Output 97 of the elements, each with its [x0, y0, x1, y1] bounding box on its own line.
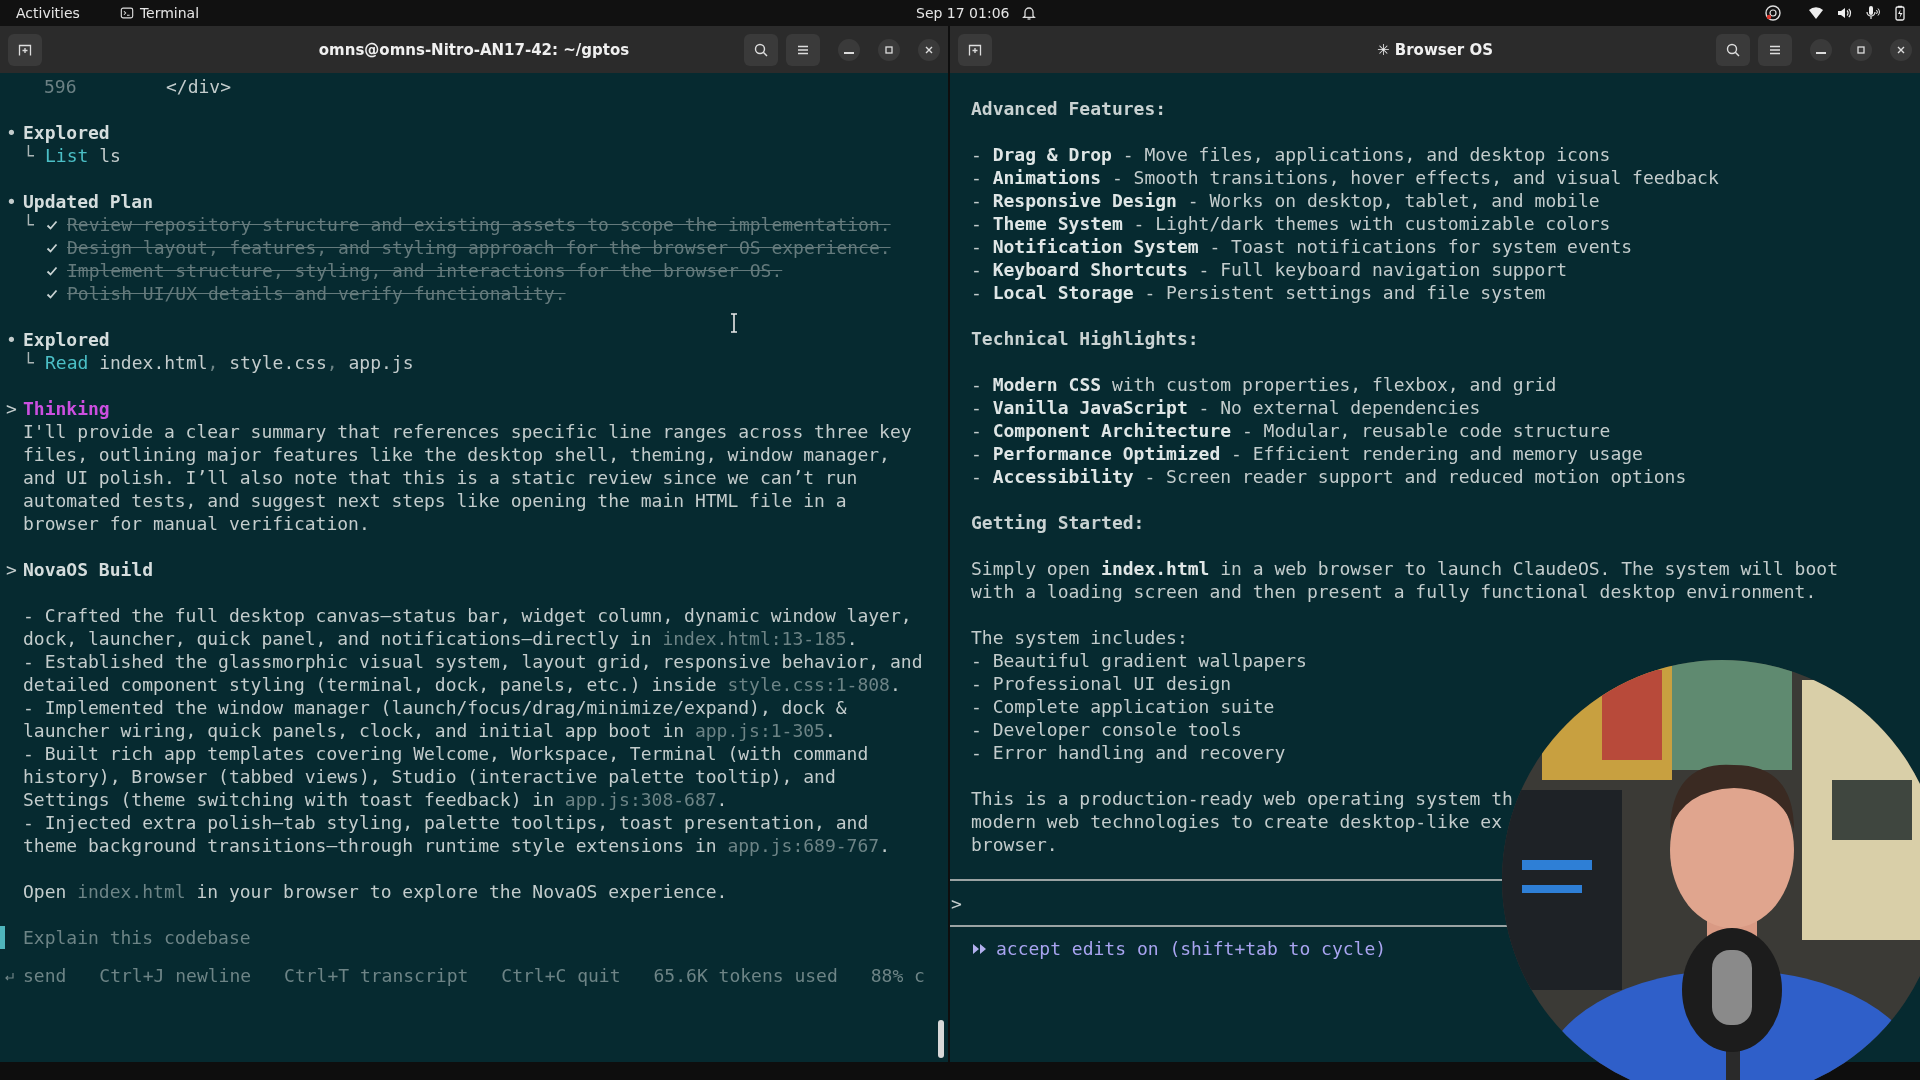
task-text: Implement structure, styling, and interactions for the browser OS.: [67, 259, 783, 282]
window-title: ✳ Browser OS: [1376, 40, 1494, 59]
app-menu[interactable]: Terminal: [119, 5, 200, 21]
summary-bullet: - Crafted the full desktop canvas—status bar, widget column, dynamic window layer, dock, launcher, quick panel, and notifications—directly in index.html:13-185.: [22, 604, 913, 650]
search-button[interactable]: [744, 33, 778, 66]
list-intro: The system includes:: [971, 626, 1189, 649]
maximize-button[interactable]: [878, 38, 900, 61]
prompt-cursor: [0, 926, 5, 949]
tree-branch-glyph: └: [23, 144, 35, 167]
new-tab-button[interactable]: [958, 33, 992, 66]
minimize-icon: [1816, 51, 1826, 54]
maximize-button[interactable]: [1850, 38, 1872, 61]
minimize-icon: [844, 51, 854, 54]
task-text: Design layout, features, and styling approach for the browser OS experience.: [67, 236, 891, 259]
list-item: - Professional UI design: [971, 672, 1233, 695]
wifi-icon[interactable]: [1808, 5, 1824, 21]
prompt-input[interactable]: Explain this codebase: [23, 926, 423, 949]
search-button[interactable]: [1716, 33, 1750, 66]
prompt-symbol: >: [950, 891, 962, 915]
list-item: - Modern CSS with custom properties, flexbox, and grid: [971, 373, 1558, 396]
paragraph: This is a production-ready web operating system th modern web technologies to create desktop-like ex browser.: [971, 787, 1514, 856]
maximize-icon: [1856, 44, 1866, 55]
minimize-button[interactable]: [1810, 38, 1832, 61]
shortcut-hint: Ctrl+T transcript: [284, 964, 469, 987]
shortcut-hint: 65.6K tokens used: [653, 964, 838, 987]
menu-button[interactable]: [1758, 33, 1792, 66]
clock[interactable]: Sep 17 01:06: [916, 5, 1010, 21]
close-icon: [1896, 44, 1906, 55]
section-title: Explored: [23, 328, 110, 351]
list-item: - Accessibility - Screen reader support and reduced motion options: [971, 465, 1688, 488]
shortcut-hint: Ctrl+J newline: [99, 964, 252, 987]
tool-call-text: List ls: [45, 144, 121, 167]
close-icon: [924, 44, 934, 55]
terminal-icon: [119, 6, 134, 20]
section-heading: Technical Highlights:: [971, 327, 1200, 350]
closing-text: Open index.html in your browser to explore the NovaOS experience.: [22, 880, 729, 903]
microphone-icon[interactable]: [1864, 5, 1880, 21]
summary-bullet: - Established the glassmorphic visual system, layout grid, responsive behavior, and detailed component styling (terminal, dock, panels, etc.) inside style.css:1-808.: [22, 650, 924, 696]
fast-forward-icon: [972, 942, 988, 955]
code-text: </div>: [165, 75, 232, 98]
list-item: - Keyboard Shortcuts - Full keyboard navigation support: [971, 258, 1569, 281]
list-item: - Animations - Smooth transitions, hover effects, and visual feedback: [971, 166, 1720, 189]
marker-glyph: •: [5, 190, 18, 213]
list-item: - Drag & Drop - Move files, applications, and desktop icons: [971, 143, 1612, 166]
line-number: 596: [43, 75, 78, 98]
mode-status: accept edits on (shift+tab to cycle): [996, 937, 1387, 960]
marker-glyph: •: [5, 121, 18, 144]
new-tab-button[interactable]: [8, 33, 42, 66]
bell-icon[interactable]: [1021, 5, 1037, 21]
section-title: Thinking: [23, 397, 110, 420]
summary-bullet: - Built rich app templates covering Welcome, Workspace, Terminal (with command history), Browser (tabbed views), Studio (interactive palette tooltip), and Settings (theme switching with toast feedback) in app.js:308-687.: [22, 742, 870, 811]
shortcut-hint: Ctrl+C quit: [501, 964, 621, 987]
section-title: Explored: [23, 121, 110, 144]
marker-glyph: >: [5, 558, 18, 581]
search-icon: [753, 41, 769, 58]
list-item: - Vanilla JavaScript - No external dependencies: [971, 396, 1482, 419]
summary-bullet: - Injected extra polish—tab styling, palette tooltips, toast presentation, and theme background transitions—through runtime style extensions in app.js:689-767.: [22, 811, 891, 857]
list-item: - Beautiful gradient wallpapers: [971, 649, 1308, 672]
summary-bullet: - Implemented the window manager (launch/focus/drag/minimize/expand), dock & launcher wiring, quick panels, clock, and initial app boot in app.js:1-305.: [22, 696, 848, 742]
activities-button[interactable]: Activities: [16, 5, 80, 21]
shortcut-hint: 88% c: [870, 964, 925, 987]
thinking-paragraph: I'll provide a clear summary that references specific line ranges across three key files, outlining major features like the desktop shell, theming, window manager, and UI polish. I’ll also note that this is a static review since we can’t run automated tests, and suggest next steps like opening the main HTML file in a browser for manual verification.: [22, 420, 913, 535]
task-text: Polish UI/UX details and verify functionality.: [67, 282, 566, 305]
list-item: - Developer console tools: [971, 718, 1243, 741]
list-item: - Local Storage - Persistent settings and file system: [971, 281, 1547, 304]
close-button[interactable]: [1890, 38, 1912, 61]
list-item: - Component Architecture - Modular, reusable code structure: [971, 419, 1612, 442]
text-cursor-icon: [729, 313, 739, 333]
record-indicator-icon[interactable]: [1764, 4, 1782, 22]
list-item: - Complete application suite: [971, 695, 1276, 718]
minimize-button[interactable]: [838, 38, 860, 61]
menu-button[interactable]: [786, 33, 820, 66]
section-heading: Getting Started:: [971, 511, 1146, 534]
maximize-icon: [884, 44, 894, 55]
marker-glyph: >: [5, 397, 18, 420]
list-item: - Performance Optimized - Efficient rendering and memory usage: [971, 442, 1644, 465]
tree-branch-glyph: └: [23, 351, 35, 374]
task-text: Review repository structure and existing assets to scope the implementation.: [67, 213, 891, 236]
shortcut-hint: send: [23, 964, 67, 987]
paragraph: Simply open index.html in a web browser to launch ClaudeOS. The system will boot with a loading screen and then present a fully functional desktop environment.: [971, 557, 1839, 603]
window-title: omns@omns-Nitro-AN17-42: ~/gptos: [318, 40, 630, 59]
section-title: NovaOS Build: [23, 558, 154, 581]
scrollbar-thumb[interactable]: [938, 1020, 944, 1058]
list-item: - Error handling and recovery: [971, 741, 1287, 764]
marker-glyph: •: [5, 328, 18, 351]
list-item: - Notification System - Toast notifications for system events: [971, 235, 1634, 258]
section-heading: Advanced Features:: [971, 97, 1168, 120]
section-title: Updated Plan: [23, 190, 154, 213]
battery-icon[interactable]: [1892, 5, 1908, 21]
tool-call-text: Read index.html, style.css, app.js: [45, 351, 414, 374]
search-icon: [1725, 41, 1741, 58]
tree-branch-glyph: └: [23, 214, 34, 235]
close-button[interactable]: [918, 38, 940, 61]
list-item: - Theme System - Light/dark themes with customizable colors: [971, 212, 1612, 235]
list-item: - Responsive Design - Works on desktop, tablet, and mobile: [971, 189, 1601, 212]
volume-icon[interactable]: [1836, 5, 1852, 21]
enter-key-icon: [3, 970, 15, 983]
